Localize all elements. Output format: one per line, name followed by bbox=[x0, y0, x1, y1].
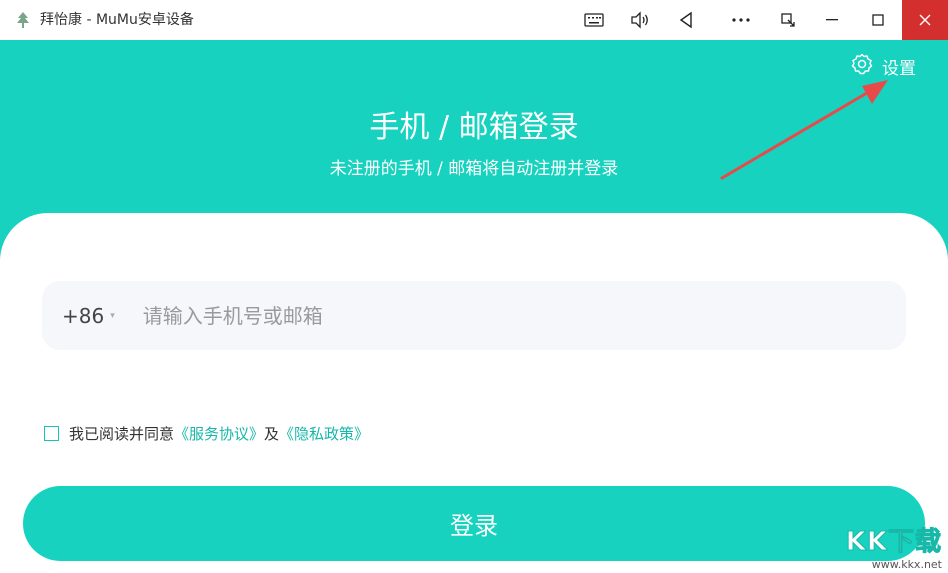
rotate-button[interactable] bbox=[776, 0, 800, 40]
maximize-button[interactable] bbox=[866, 0, 890, 40]
phone-input[interactable] bbox=[142, 303, 843, 328]
watermark-url: www.kkx.net bbox=[871, 558, 942, 571]
keyboard-icon bbox=[584, 13, 604, 27]
service-agreement-link[interactable]: 《服务协议》 bbox=[174, 423, 264, 444]
page-subtitle: 未注册的手机 / 邮箱将自动注册并登录 bbox=[329, 159, 619, 179]
volume-icon bbox=[630, 11, 650, 29]
agree-and: 及 bbox=[264, 425, 280, 443]
agree-prefix: 我已阅读并同意 bbox=[69, 425, 175, 443]
login-button[interactable]: 登录 bbox=[23, 486, 925, 561]
country-code-select[interactable]: +86 bbox=[62, 304, 104, 328]
agree-checkbox[interactable] bbox=[44, 426, 59, 441]
watermark: KK下载 www.kkx.net bbox=[845, 521, 942, 572]
minimize-icon bbox=[826, 19, 838, 21]
more-icon bbox=[732, 18, 750, 22]
close-icon bbox=[919, 11, 931, 30]
watermark-logo: KK下载 bbox=[845, 527, 942, 558]
more-button[interactable] bbox=[728, 0, 754, 40]
keyboard-button[interactable] bbox=[582, 0, 606, 40]
chevron-down-icon[interactable]: ▾ bbox=[110, 311, 115, 321]
minimize-button[interactable] bbox=[820, 0, 844, 40]
maximize-icon bbox=[872, 14, 884, 26]
agreement-row: 我已阅读并同意 《服务协议》 及 《隐私政策》 bbox=[44, 423, 369, 444]
back-icon bbox=[678, 11, 694, 29]
close-button[interactable] bbox=[902, 0, 948, 40]
window-titlebar: 拜怡康 - MuMu安卓设备 bbox=[0, 0, 948, 40]
tree-icon bbox=[14, 11, 32, 29]
privacy-policy-link[interactable]: 《隐私政策》 bbox=[279, 423, 369, 444]
volume-button[interactable] bbox=[628, 0, 652, 40]
rotate-icon bbox=[780, 12, 796, 28]
page-title: 手机 / 邮箱登录 bbox=[369, 110, 579, 145]
phone-field: +86 ▾ bbox=[42, 281, 906, 350]
window-title: 拜怡康 - MuMu安卓设备 bbox=[40, 12, 194, 28]
back-button[interactable] bbox=[674, 0, 698, 40]
